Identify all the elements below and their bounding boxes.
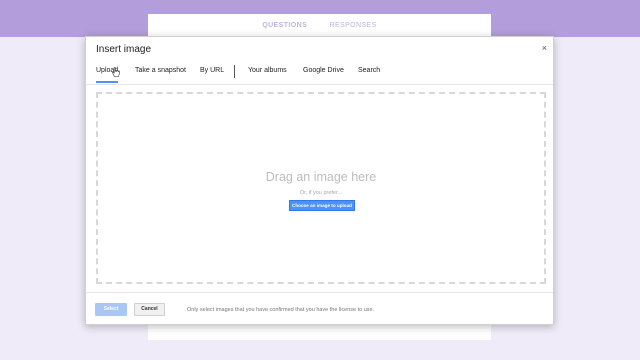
select-button[interactable]: Select bbox=[95, 303, 127, 316]
tab-google-drive[interactable]: Google Drive bbox=[303, 67, 344, 74]
drag-heading: Drag an image here bbox=[265, 170, 377, 184]
dialog-tabs: Upload Take a snapshot By URL Your album… bbox=[86, 65, 553, 85]
footer-divider bbox=[86, 292, 553, 293]
tab-your-albums[interactable]: Your albums bbox=[248, 67, 287, 74]
license-notice: Only select images that you have confirm… bbox=[187, 307, 375, 313]
or-prefer-text: Or, if you prefer... bbox=[299, 190, 343, 196]
image-dropzone[interactable]: Drag an image here Or, if you prefer... … bbox=[96, 92, 546, 284]
cancel-button[interactable]: Cancel bbox=[134, 303, 165, 316]
close-icon[interactable]: × bbox=[542, 43, 547, 53]
tab-take-a-snapshot[interactable]: Take a snapshot bbox=[135, 67, 186, 74]
tab-questions[interactable]: QUESTIONS bbox=[262, 22, 307, 29]
tabs-divider bbox=[86, 84, 553, 85]
tab-by-url[interactable]: By URL bbox=[200, 67, 224, 74]
tab-responses[interactable]: RESPONSES bbox=[330, 22, 377, 29]
insert-image-dialog: Insert image × Upload Take a snapshot By… bbox=[85, 36, 554, 325]
active-tab-indicator bbox=[96, 81, 118, 83]
dialog-title: Insert image bbox=[96, 44, 152, 55]
form-tabs: QUESTIONS RESPONSES bbox=[148, 22, 491, 29]
choose-image-button[interactable]: Choose an image to upload bbox=[289, 200, 355, 211]
tab-search[interactable]: Search bbox=[358, 67, 380, 74]
pointer-cursor-icon bbox=[112, 67, 120, 77]
tab-separator bbox=[234, 65, 235, 78]
